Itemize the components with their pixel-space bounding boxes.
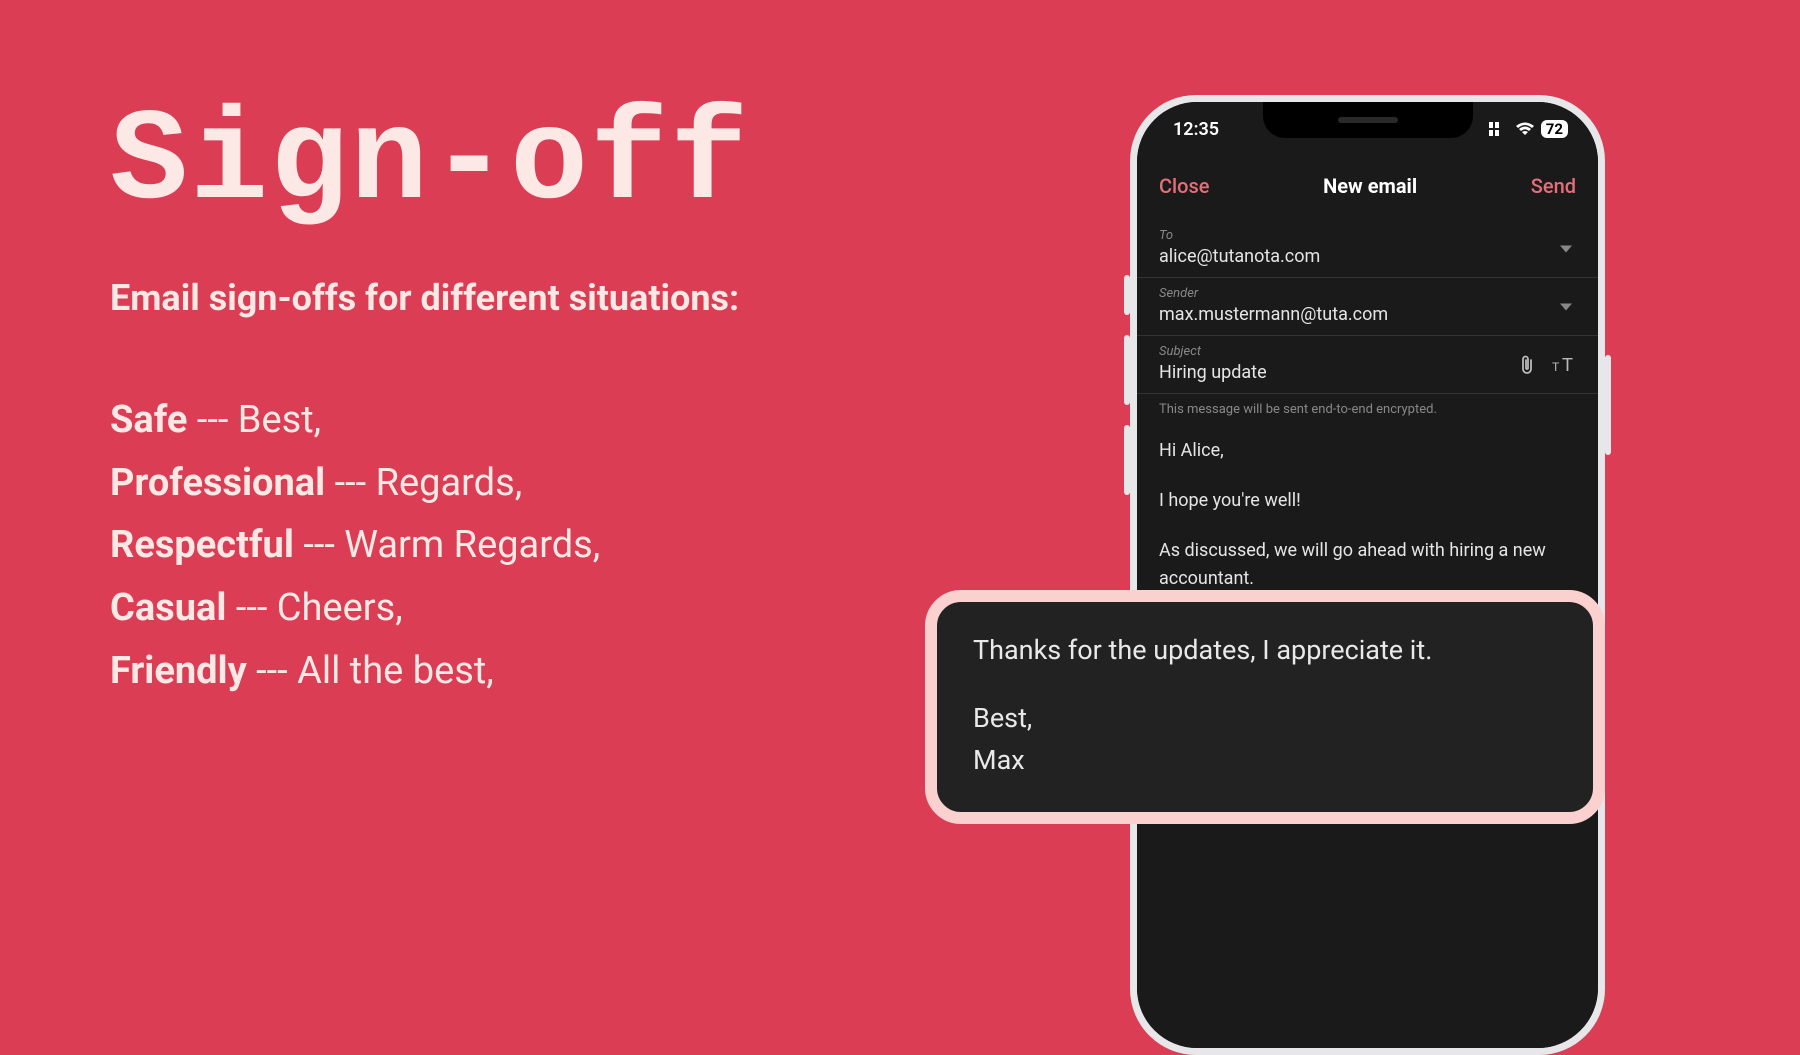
callout-name: Max (973, 740, 1557, 782)
signoff-value: All the best, (297, 649, 494, 693)
phone-power-button (1605, 355, 1611, 455)
signoff-list: Safe --- Best, Professional --- Regards,… (110, 389, 750, 702)
cellular-icon (1489, 122, 1509, 136)
attachment-icon[interactable] (1518, 354, 1536, 376)
signoff-callout: Thanks for the updates, I appreciate it.… (925, 590, 1605, 824)
phone-notch (1263, 102, 1473, 138)
wifi-icon (1515, 122, 1535, 136)
sender-label: Sender (1159, 286, 1576, 301)
svg-text:T: T (1552, 360, 1560, 374)
signoff-value: Cheers, (277, 586, 403, 630)
subject-label: Subject (1159, 344, 1576, 359)
to-value: alice@tutanota.com (1159, 246, 1576, 267)
signoff-label: Casual (110, 586, 226, 630)
signoff-value: Regards, (376, 461, 523, 505)
to-field[interactable]: To alice@tutanota.com (1137, 220, 1598, 278)
callout-line: Thanks for the updates, I appreciate it. (973, 630, 1557, 672)
sender-field[interactable]: Sender max.mustermann@tuta.com (1137, 278, 1598, 336)
body-greeting: Hi Alice, (1159, 437, 1576, 465)
signoff-value: Best, (238, 398, 321, 442)
phone-frame: 12:35 72 Close New email Send To alice@t… (1130, 95, 1605, 1055)
chevron-down-icon[interactable] (1560, 303, 1572, 310)
phone-mockup: 12:35 72 Close New email Send To alice@t… (1130, 95, 1605, 1055)
subject-field[interactable]: Subject Hiring update TT (1137, 336, 1598, 394)
subtitle: Email sign-offs for different situations… (110, 277, 750, 319)
phone-mute-switch (1124, 275, 1130, 315)
signoff-label: Safe (110, 398, 187, 442)
phone-bezel: 12:35 72 Close New email Send To alice@t… (1137, 102, 1598, 1048)
chevron-down-icon[interactable] (1560, 245, 1572, 252)
phone-screen: 12:35 72 Close New email Send To alice@t… (1137, 102, 1598, 1048)
body-line: I hope you're well! (1159, 487, 1576, 515)
signoff-label: Professional (110, 461, 325, 505)
signoff-value: Warm Regards, (344, 523, 600, 567)
subject-value: Hiring update (1159, 362, 1576, 383)
body-line: As discussed, we will go ahead with hiri… (1159, 537, 1576, 593)
compose-nav-bar: Close New email Send (1137, 156, 1598, 220)
sender-value: max.mustermann@tuta.com (1159, 304, 1576, 325)
text-format-icon[interactable]: TT (1552, 355, 1576, 375)
signoff-info-panel: Sign-off Email sign-offs for different s… (110, 90, 750, 702)
phone-volume-up (1124, 335, 1130, 405)
status-icons: 72 (1489, 120, 1568, 138)
nav-title: New email (1323, 174, 1417, 198)
encryption-note: This message will be sent end-to-end enc… (1137, 394, 1598, 431)
close-button[interactable]: Close (1159, 174, 1210, 198)
to-label: To (1159, 228, 1576, 243)
signoff-label: Respectful (110, 523, 294, 567)
battery-indicator: 72 (1541, 120, 1568, 138)
main-title: Sign-off (110, 90, 750, 237)
signoff-label: Friendly (110, 649, 247, 693)
svg-text:T: T (1562, 355, 1573, 375)
callout-signoff: Best, (973, 698, 1557, 740)
phone-volume-down (1124, 425, 1130, 495)
status-time: 12:35 (1173, 119, 1219, 140)
send-button[interactable]: Send (1531, 174, 1576, 198)
